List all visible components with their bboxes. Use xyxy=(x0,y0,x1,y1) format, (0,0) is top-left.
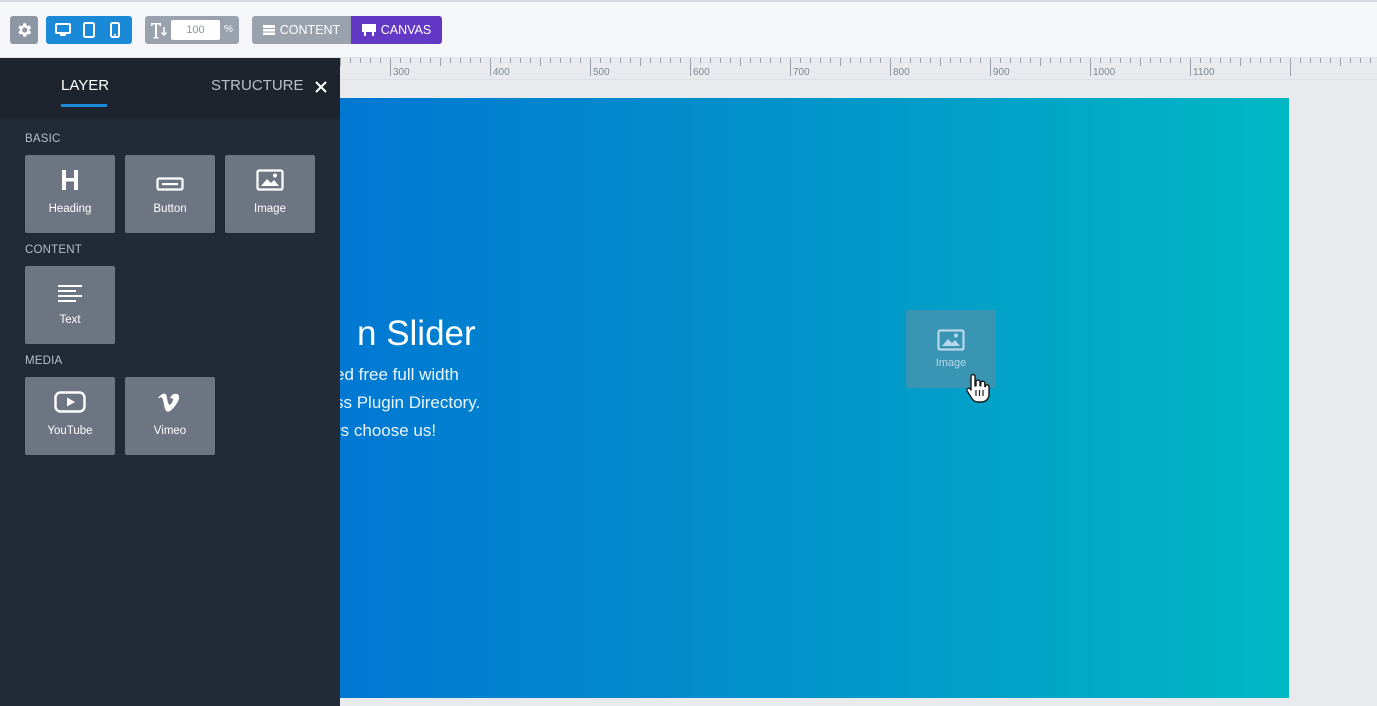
device-switcher xyxy=(46,16,132,44)
dragged-image-label: Image xyxy=(935,357,967,369)
text-size-icon xyxy=(147,16,171,44)
active-tab-indicator xyxy=(61,104,107,107)
content-mode-label: CONTENT xyxy=(279,23,341,37)
desktop-view-button[interactable] xyxy=(51,16,75,44)
youtube-layer-button[interactable]: YouTube xyxy=(25,377,115,455)
layer-panel: LAYER STRUCTURE BASIC Heading Button Ima… xyxy=(0,58,340,706)
slide-text-line-1[interactable]: ed free full width xyxy=(340,365,459,385)
ruler-tick-label: 800 xyxy=(893,67,910,78)
mobile-icon xyxy=(110,22,120,38)
gear-icon xyxy=(18,23,32,37)
image-icon xyxy=(937,329,965,351)
zoom-input[interactable] xyxy=(171,20,220,40)
text-layer-label: Text xyxy=(59,314,81,326)
vimeo-icon xyxy=(158,393,180,412)
vimeo-layer-label: Vimeo xyxy=(153,425,187,437)
text-icon xyxy=(58,285,82,302)
section-basic-title: BASIC xyxy=(25,133,61,145)
canvas-mode-label: CANVAS xyxy=(380,23,432,37)
image-layer-button[interactable]: Image xyxy=(225,155,315,233)
youtube-icon xyxy=(54,391,86,413)
content-mode-button[interactable]: CONTENT xyxy=(252,16,351,44)
section-media-title: MEDIA xyxy=(25,355,63,367)
zoom-unit: % xyxy=(224,24,233,35)
slide-canvas[interactable]: n Slider ed free full width ss Plugin Di… xyxy=(340,98,1289,698)
ruler-tick-label: 400 xyxy=(493,67,510,78)
ruler-tick-label: 300 xyxy=(393,67,410,78)
tab-structure-label: STRUCTURE xyxy=(211,77,304,94)
close-panel-icon[interactable] xyxy=(313,79,329,95)
ruler-tick-label: 1000 xyxy=(1093,67,1116,78)
panel-header: LAYER STRUCTURE xyxy=(0,58,340,118)
image-icon xyxy=(256,169,284,191)
slide-text-line-3[interactable]: rs choose us! xyxy=(340,421,436,441)
section-content-title: CONTENT xyxy=(25,244,82,256)
ruler-tick-label: 500 xyxy=(593,67,610,78)
heading-layer-button[interactable]: Heading xyxy=(25,155,115,233)
ruler-ticks: 300 400 500 600 700 800 900 1000 1100 xyxy=(340,58,1371,78)
vimeo-layer-button[interactable]: Vimeo xyxy=(125,377,215,455)
tablet-icon xyxy=(83,22,95,38)
top-toolbar: % CONTENT CANVAS xyxy=(0,0,1377,58)
tab-layer-label: LAYER xyxy=(61,77,110,94)
canvas-icon xyxy=(361,24,376,36)
zoom-control: % xyxy=(145,16,239,44)
button-icon xyxy=(156,177,184,191)
ruler-tick-label: 700 xyxy=(793,67,810,78)
mobile-view-button[interactable] xyxy=(103,16,127,44)
image-layer-label: Image xyxy=(254,203,286,215)
tab-layer[interactable]: LAYER xyxy=(61,77,110,107)
horizontal-ruler: 300 400 500 600 700 800 900 1000 1100 xyxy=(340,58,1377,80)
ruler-tick-label: 1100 xyxy=(1193,67,1215,78)
tablet-view-button[interactable] xyxy=(77,16,101,44)
tab-structure[interactable]: STRUCTURE xyxy=(211,77,304,94)
desktop-icon xyxy=(55,23,71,36)
button-layer-label: Button xyxy=(153,203,187,215)
hand-cursor-icon xyxy=(966,373,990,403)
slide-heading[interactable]: n Slider xyxy=(357,314,476,354)
youtube-layer-label: YouTube xyxy=(47,425,93,437)
canvas-mode-button[interactable]: CANVAS xyxy=(351,16,442,44)
text-layer-button[interactable]: Text xyxy=(25,266,115,344)
ruler-tick-label: 600 xyxy=(693,67,710,78)
content-icon xyxy=(262,25,275,35)
slide-text-line-2[interactable]: ss Plugin Directory. xyxy=(340,393,480,413)
settings-button[interactable] xyxy=(10,16,38,44)
ruler-tick-label: 900 xyxy=(993,67,1010,78)
button-layer-button[interactable]: Button xyxy=(125,155,215,233)
heading-layer-label: Heading xyxy=(48,203,92,215)
heading-icon xyxy=(62,170,78,190)
